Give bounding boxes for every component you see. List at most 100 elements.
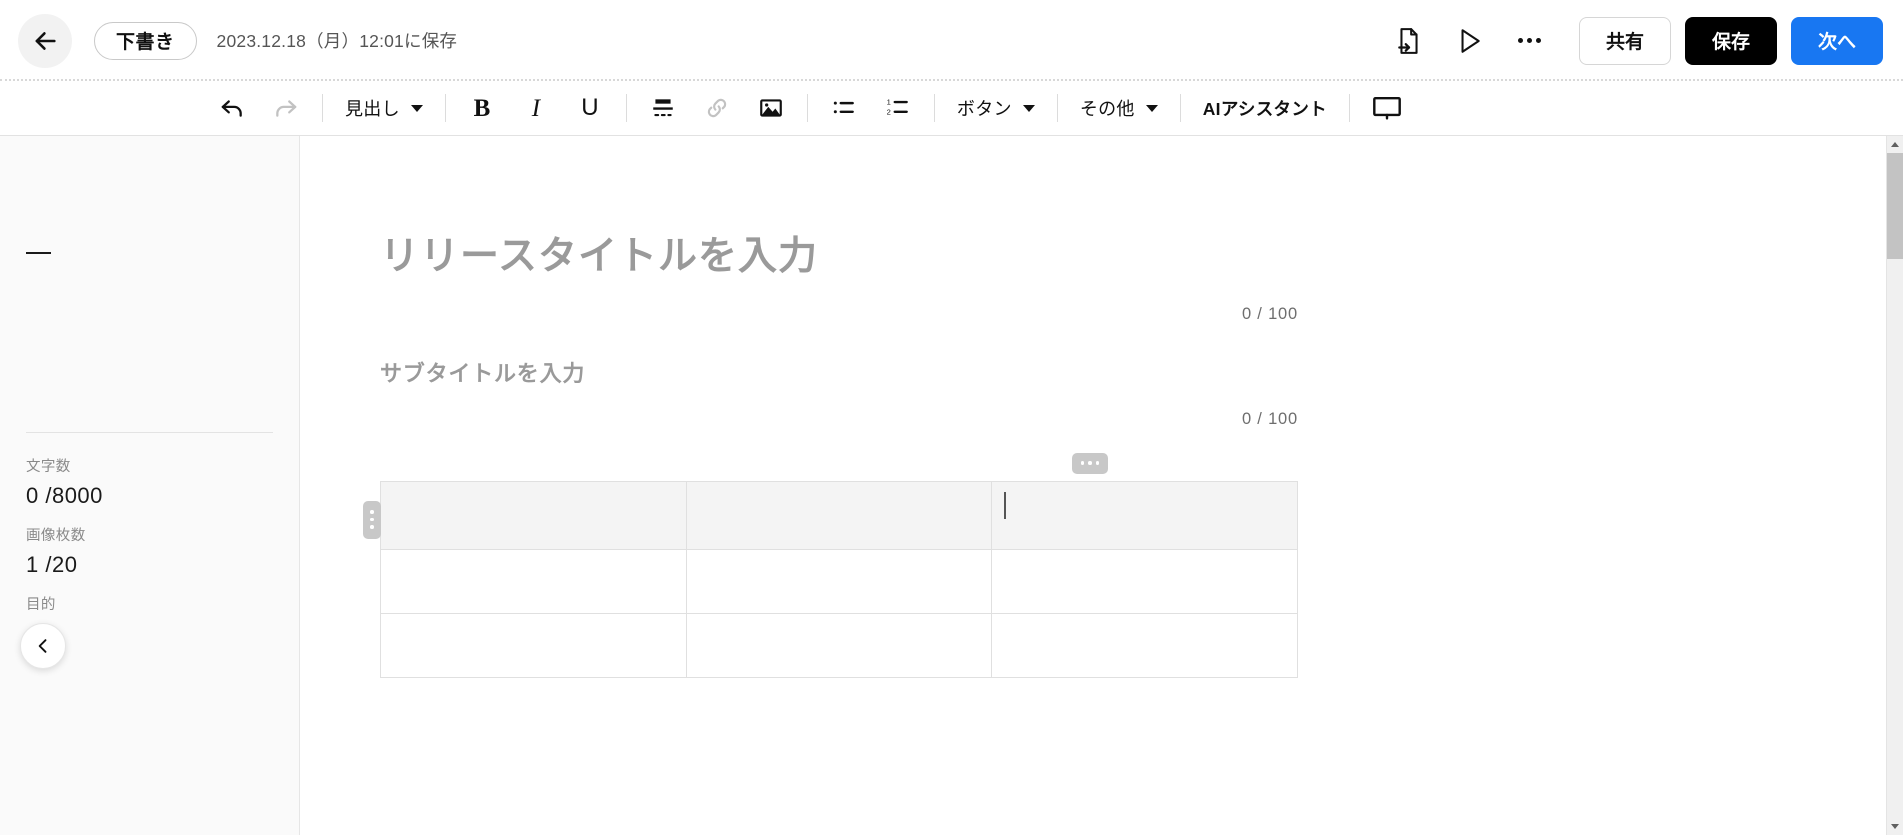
stat-value: 1 /20 bbox=[26, 552, 78, 578]
table-cell[interactable] bbox=[991, 548, 1298, 614]
stat-purpose: 目的 bbox=[26, 597, 273, 614]
sidebar-collapse-button[interactable] bbox=[20, 623, 66, 669]
next-button[interactable]: 次へ bbox=[1791, 16, 1883, 65]
stat-label: 目的 bbox=[26, 596, 56, 613]
heading-dropdown-label: 見出し bbox=[345, 99, 400, 119]
redo-arrow-icon bbox=[273, 95, 299, 121]
toolbar-divider bbox=[1179, 94, 1181, 122]
table-row[interactable] bbox=[380, 612, 1298, 678]
image-picture-icon bbox=[758, 95, 784, 121]
bold-button[interactable]: B bbox=[462, 88, 502, 128]
more-options-button[interactable] bbox=[1505, 17, 1553, 65]
toolbar-divider bbox=[806, 94, 808, 122]
table-row-menu-handle[interactable] bbox=[363, 500, 381, 539]
scroll-up-button[interactable] bbox=[1887, 136, 1903, 153]
chevron-down-icon bbox=[1145, 104, 1158, 112]
table-column-menu-handle[interactable] bbox=[1072, 452, 1108, 474]
button-dropdown-label: ボタン bbox=[956, 99, 1012, 119]
bulleted-list-icon bbox=[831, 95, 857, 121]
undo-arrow-icon bbox=[219, 95, 245, 121]
undo-button[interactable] bbox=[212, 88, 252, 128]
other-dropdown[interactable]: その他 bbox=[1074, 88, 1164, 128]
text-cursor-caret bbox=[1004, 491, 1007, 519]
document-content: リリースタイトルを入力 0 / 100 サブタイトルを入力 0 / 100 bbox=[363, 232, 1298, 678]
stat-label: 画像枚数 bbox=[26, 527, 86, 544]
release-title-input[interactable]: リリースタイトルを入力 bbox=[380, 232, 1298, 283]
scroll-down-arrow-icon bbox=[1891, 824, 1899, 829]
last-saved-text: 2023.12.18（月）12:01に保存 bbox=[216, 31, 458, 51]
table-cell[interactable] bbox=[685, 548, 993, 614]
numbered-list-button[interactable]: 1 2 bbox=[878, 88, 918, 128]
vertical-scrollbar[interactable] bbox=[1886, 136, 1903, 835]
preview-play-button[interactable] bbox=[1445, 17, 1493, 65]
monitor-display-icon bbox=[1372, 95, 1402, 121]
formatting-toolbar: 見出し B I U 1 2 ボタン その他 AIアシスタント bbox=[0, 81, 1903, 136]
other-dropdown-label: その他 bbox=[1079, 99, 1135, 119]
arrow-left-icon bbox=[31, 27, 59, 55]
toolbar-divider bbox=[933, 94, 935, 122]
table-cell[interactable] bbox=[380, 480, 687, 550]
sidebar-dash-marker bbox=[26, 252, 51, 254]
italic-i-icon: I bbox=[531, 94, 541, 122]
insert-link-button[interactable] bbox=[697, 88, 737, 128]
left-sidebar: 文字数 0 /8000 画像枚数 1 /20 目的 bbox=[0, 136, 300, 835]
table-row[interactable] bbox=[380, 548, 1298, 614]
scroll-up-arrow-icon bbox=[1891, 142, 1899, 147]
title-character-counter: 0 / 100 bbox=[1241, 304, 1298, 323]
horizontal-rule-icon bbox=[650, 95, 676, 121]
file-export-icon bbox=[1396, 27, 1422, 55]
italic-button[interactable]: I bbox=[516, 88, 556, 128]
chevron-down-icon bbox=[1022, 104, 1035, 112]
back-button[interactable] bbox=[18, 13, 72, 68]
share-button[interactable]: 共有 bbox=[1579, 16, 1671, 65]
sidebar-divider bbox=[26, 432, 273, 433]
insert-image-button[interactable] bbox=[751, 88, 791, 128]
chevron-down-icon bbox=[410, 104, 423, 112]
svg-text:2: 2 bbox=[887, 107, 891, 116]
svg-text:1: 1 bbox=[887, 97, 891, 106]
ai-assistant-label: AIアシスタント bbox=[1202, 98, 1327, 119]
stat-character-count: 文字数 0 /8000 bbox=[26, 459, 273, 510]
table-cell[interactable] bbox=[991, 612, 1298, 678]
table-cell[interactable] bbox=[380, 548, 687, 614]
heading-dropdown[interactable]: 見出し bbox=[339, 88, 429, 128]
toolbar-divider bbox=[625, 94, 627, 122]
table-row[interactable] bbox=[380, 480, 1298, 550]
underline-u-icon: U bbox=[581, 94, 599, 121]
redo-button[interactable] bbox=[266, 88, 306, 128]
export-button[interactable] bbox=[1385, 17, 1433, 65]
save-button[interactable]: 保存 bbox=[1685, 16, 1777, 65]
preview-display-button[interactable] bbox=[1366, 88, 1408, 128]
insert-divider-button[interactable] bbox=[643, 88, 683, 128]
scroll-down-button[interactable] bbox=[1887, 818, 1903, 835]
scrollbar-track[interactable] bbox=[1887, 153, 1903, 818]
editor-canvas: リリースタイトルを入力 0 / 100 サブタイトルを入力 0 / 100 bbox=[300, 136, 1903, 835]
body-area: 文字数 0 /8000 画像枚数 1 /20 目的 リリースタイトルを入力 0 … bbox=[0, 136, 1903, 835]
chevron-left-icon bbox=[33, 636, 53, 656]
play-triangle-icon bbox=[1456, 27, 1482, 55]
underline-button[interactable]: U bbox=[570, 88, 610, 128]
scrollbar-thumb[interactable] bbox=[1887, 153, 1903, 259]
table-cell[interactable] bbox=[380, 612, 687, 678]
release-subtitle-input[interactable]: サブタイトルを入力 bbox=[380, 356, 1298, 388]
table-cell[interactable] bbox=[685, 612, 993, 678]
toolbar-divider bbox=[1348, 94, 1350, 122]
stat-value: 0 /8000 bbox=[26, 483, 103, 509]
table-cell-active[interactable] bbox=[991, 480, 1298, 550]
link-chain-icon bbox=[704, 95, 730, 121]
editor-app: 下書き 2023.12.18（月）12:01に保存 共有 保存 次へ 見出し B… bbox=[0, 0, 1903, 835]
status-badge-draft[interactable]: 下書き bbox=[94, 21, 197, 60]
document-scroll-area: リリースタイトルを入力 0 / 100 サブタイトルを入力 0 / 100 bbox=[300, 136, 1903, 678]
table-cell[interactable] bbox=[685, 480, 993, 550]
toolbar-divider bbox=[444, 94, 446, 122]
button-dropdown[interactable]: ボタン bbox=[951, 88, 1041, 128]
content-table[interactable] bbox=[380, 480, 1298, 678]
bulleted-list-button[interactable] bbox=[824, 88, 864, 128]
toolbar-divider bbox=[1056, 94, 1058, 122]
stat-image-count: 画像枚数 1 /20 bbox=[26, 528, 273, 579]
toolbar-divider bbox=[322, 94, 323, 122]
column-menu-dots-icon bbox=[1080, 461, 1100, 465]
row-menu-dots-icon bbox=[370, 510, 374, 529]
ellipsis-horizontal-icon bbox=[1517, 38, 1541, 43]
ai-assistant-button[interactable]: AIアシスタント bbox=[1197, 88, 1333, 128]
